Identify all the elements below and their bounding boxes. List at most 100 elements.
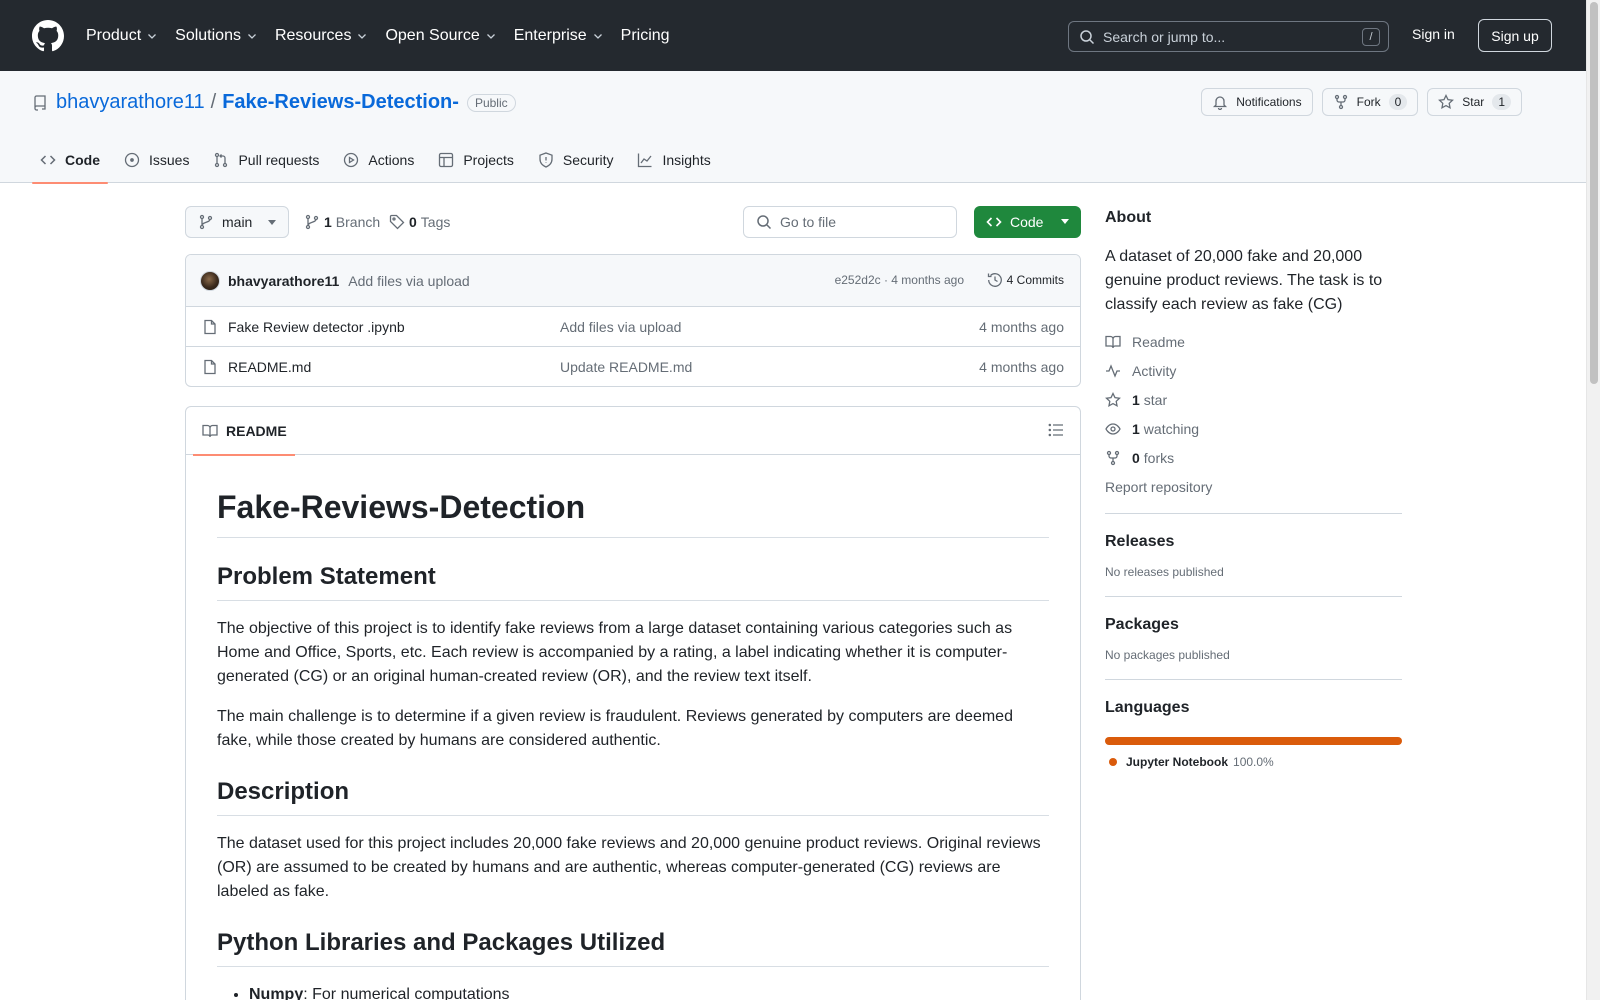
tab-code-label: Code — [65, 152, 100, 168]
branch-name: main — [222, 214, 253, 230]
watching-link[interactable]: 1 watching — [1105, 414, 1402, 443]
notifications-label: Notifications — [1236, 95, 1302, 109]
readme-tab[interactable]: README — [193, 407, 295, 456]
file-row[interactable]: README.md Update README.md 4 months ago — [186, 347, 1080, 386]
branches-link[interactable]: 1 Branch — [304, 214, 380, 230]
file-listing: bhavyarathore11 Add files via upload e25… — [185, 254, 1081, 387]
commits-history-link[interactable]: 4 Commits — [987, 272, 1064, 288]
file-commit-message[interactable]: Update README.md — [560, 359, 692, 375]
file-commit-message[interactable]: Add files via upload — [560, 319, 681, 335]
tab-pull-requests-label: Pull requests — [238, 152, 320, 168]
releases-heading[interactable]: Releases — [1105, 533, 1402, 551]
fork-button[interactable]: Fork 0 — [1321, 88, 1419, 116]
commit-meta[interactable]: e252d2c · 4 months ago — [835, 273, 964, 287]
nav-solutions-label: Solutions — [175, 26, 241, 44]
sidebar-divider — [1105, 513, 1402, 514]
branch-icon — [199, 214, 213, 230]
repo-name-link[interactable]: Fake-Reviews-Detection- — [222, 91, 459, 114]
commits-count-label: 4 Commits — [1006, 273, 1064, 287]
tab-projects-label: Projects — [463, 152, 514, 168]
tab-projects[interactable]: Projects — [430, 137, 522, 183]
branch-select-button[interactable]: main — [185, 206, 289, 238]
releases-text: No releases published — [1105, 565, 1224, 579]
nav-product[interactable]: Product — [86, 27, 158, 45]
packages-heading[interactable]: Packages — [1105, 616, 1402, 634]
tag-icon — [389, 214, 405, 230]
tags-link[interactable]: 0 Tags — [389, 214, 450, 230]
file-name-link[interactable]: README.md — [228, 359, 311, 375]
sidebar-divider — [1105, 596, 1402, 597]
watching-count: 1 — [1132, 420, 1140, 437]
nav-enterprise[interactable]: Enterprise — [514, 27, 604, 45]
repo-actions: Notifications Fork 0 Star 1 — [1201, 88, 1522, 116]
caret-down-icon — [268, 220, 276, 225]
chevron-down-icon — [593, 33, 602, 39]
code-dropdown-button[interactable]: Code — [974, 206, 1081, 238]
branch-label: Branch — [335, 214, 381, 230]
tab-pull-requests[interactable]: Pull requests — [205, 137, 327, 183]
commit-author-link[interactable]: bhavyarathore11 — [228, 273, 339, 289]
repo-icon — [34, 94, 46, 111]
readme-link[interactable]: Readme — [1105, 327, 1402, 356]
nav-enterprise-label: Enterprise — [513, 26, 587, 44]
avatar[interactable] — [200, 270, 220, 291]
global-search-input[interactable]: Search or jump to... / — [1068, 21, 1389, 52]
pull-request-icon — [215, 152, 228, 168]
chevron-down-icon — [148, 33, 157, 39]
tab-insights-label: Insights — [662, 152, 711, 168]
pulse-icon — [1106, 363, 1120, 378]
repo-separator: / — [210, 91, 217, 113]
bell-icon — [1213, 96, 1228, 110]
activity-link[interactable]: Activity — [1105, 356, 1402, 385]
table-icon — [439, 152, 454, 168]
nav-resources[interactable]: Resources — [275, 27, 368, 45]
tab-security[interactable]: Security — [530, 137, 622, 183]
readme-header: README — [186, 407, 1080, 456]
fork-icon — [1106, 450, 1120, 465]
language-color-dot — [1109, 758, 1117, 766]
nav-open-source-label: Open Source — [385, 26, 480, 44]
tab-issues[interactable]: Issues — [116, 137, 197, 183]
scrollbar-thumb[interactable] — [1590, 2, 1598, 384]
language-item[interactable]: Jupyter Notebook 100.0% — [1105, 755, 1402, 769]
forks-count: 0 — [1132, 449, 1140, 466]
book-icon — [1105, 335, 1121, 348]
nav-product-label: Product — [86, 26, 142, 44]
tab-actions[interactable]: Actions — [335, 137, 422, 183]
go-to-file-input[interactable]: Go to file — [743, 206, 957, 238]
table-of-contents-icon[interactable] — [1048, 422, 1064, 438]
nav-open-source[interactable]: Open Source — [385, 27, 496, 45]
chevron-down-icon — [486, 33, 495, 39]
file-row[interactable]: Fake Review detector .ipynb Add files vi… — [186, 307, 1080, 347]
nav-solutions[interactable]: Solutions — [175, 27, 258, 45]
github-logo-icon[interactable] — [32, 19, 64, 52]
report-repository-link[interactable]: Report repository — [1105, 472, 1402, 501]
sign-up-button[interactable]: Sign up — [1478, 19, 1552, 52]
top-nav: Product Solutions Resources Open Source … — [86, 27, 687, 45]
graph-icon — [638, 153, 652, 168]
search-placeholder: Search or jump to... — [1103, 28, 1226, 45]
tab-code[interactable]: Code — [32, 137, 108, 184]
nav-pricing-label: Pricing — [620, 26, 670, 44]
visibility-badge: Public — [466, 93, 516, 112]
commit-message-link[interactable]: Add files via upload — [348, 273, 469, 289]
sign-in-link[interactable]: Sign in — [1412, 26, 1455, 42]
sidebar-divider — [1105, 679, 1402, 680]
readme-link-label: Readme — [1132, 333, 1185, 350]
tab-actions-label: Actions — [368, 152, 415, 168]
languages-heading: Languages — [1105, 699, 1190, 716]
file-age: 4 months ago — [979, 319, 1064, 335]
nav-pricing[interactable]: Pricing — [621, 27, 670, 45]
readme-tab-label: README — [226, 423, 287, 439]
stars-link[interactable]: 1 star — [1105, 385, 1402, 414]
file-name-link[interactable]: Fake Review detector .ipynb — [228, 319, 405, 335]
page-scrollbar[interactable] — [1586, 0, 1600, 1000]
forks-link[interactable]: 0 forks — [1105, 443, 1402, 472]
notifications-button[interactable]: Notifications — [1201, 88, 1313, 116]
star-count: 1 — [1492, 94, 1511, 110]
tab-insights[interactable]: Insights — [629, 137, 718, 183]
repo-sidebar: About A dataset of 20,000 fake and 20,00… — [1105, 183, 1402, 769]
list-item-name: Numpy — [249, 986, 304, 1000]
star-button[interactable]: Star 1 — [1427, 88, 1522, 116]
repo-owner-link[interactable]: bhavyarathore11 — [56, 91, 205, 114]
